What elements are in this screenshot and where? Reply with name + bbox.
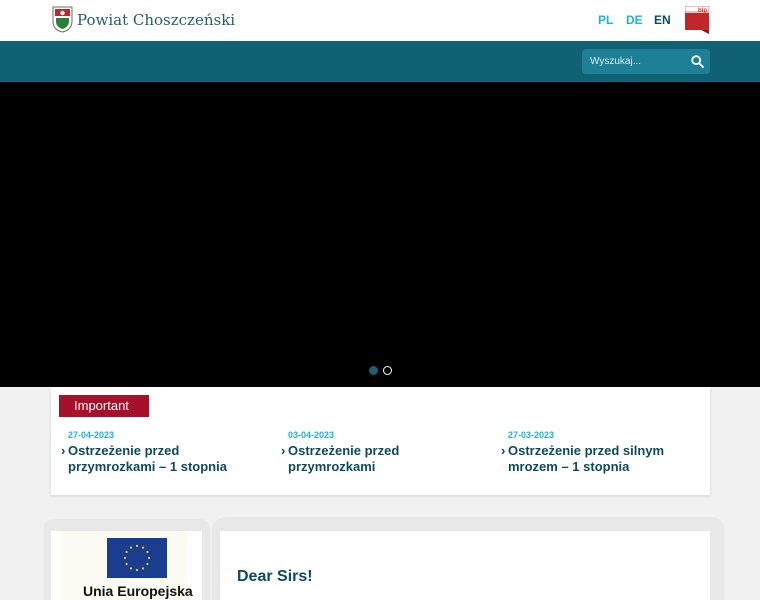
search-icon[interactable]: [691, 55, 704, 68]
eu-banner-inner: Unia Europejska: [61, 531, 193, 600]
slider-dot-1[interactable]: [369, 366, 378, 375]
lang-en-link[interactable]: EN: [654, 13, 682, 27]
top-header: Powiat Choszczeński PL DE EN bip: [0, 0, 760, 41]
chevron-right-icon: ›: [281, 443, 286, 458]
site-title: Powiat Choszczeński: [77, 10, 236, 29]
coat-of-arms-icon: [52, 6, 73, 33]
important-news-card: Important 27-04-2023 › Ostrzeżenie przed…: [51, 387, 710, 495]
chevron-right-icon: ›: [61, 443, 66, 458]
chevron-right-icon: ›: [501, 443, 506, 458]
important-badge: Important: [59, 395, 149, 417]
news-date: 03-04-2023: [288, 430, 335, 440]
slider-dot-2[interactable]: [383, 366, 392, 375]
hero-slider: [0, 82, 760, 387]
news-title-text: Ostrzeżenie przed przymrozkami – 1 stopn…: [68, 443, 227, 474]
news-title-text: Ostrzeżenie przed przymrozkami: [288, 443, 400, 474]
news-date: 27-04-2023: [68, 430, 115, 440]
news-date: 27-03-2023: [508, 430, 555, 440]
news-title-link[interactable]: › Ostrzeżenie przed przymrozkami – 1 sto…: [51, 443, 251, 475]
language-switcher: PL DE EN: [598, 13, 682, 27]
news-title-link[interactable]: › Ostrzeżenie przed przymrozkami: [271, 443, 471, 475]
lang-pl-link[interactable]: PL: [598, 13, 626, 27]
eu-label: Unia Europejska: [83, 583, 193, 599]
lang-de-link[interactable]: DE: [626, 13, 654, 27]
search-box: [582, 49, 710, 74]
eu-banner[interactable]: Unia Europejska: [51, 531, 202, 600]
welcome-heading: Dear Sirs!: [237, 568, 313, 585]
site-logo[interactable]: Powiat Choszczeński: [52, 6, 235, 33]
search-input[interactable]: [582, 49, 687, 74]
news-title-link[interactable]: › Ostrzeżenie przed silnym mrozem – 1 st…: [491, 443, 691, 475]
news-title-text: Ostrzeżenie przed silnym mrozem – 1 stop…: [508, 443, 665, 474]
eu-flag-icon: [107, 538, 167, 578]
news-item[interactable]: 03-04-2023 › Ostrzeżenie przed przymrozk…: [271, 430, 471, 475]
bip-icon[interactable]: bip: [685, 6, 709, 34]
welcome-card: Dear Sirs!: [220, 531, 710, 600]
news-item[interactable]: 27-04-2023 › Ostrzeżenie przed przymrozk…: [51, 430, 251, 475]
news-item[interactable]: 27-03-2023 › Ostrzeżenie przed silnym mr…: [491, 430, 691, 475]
